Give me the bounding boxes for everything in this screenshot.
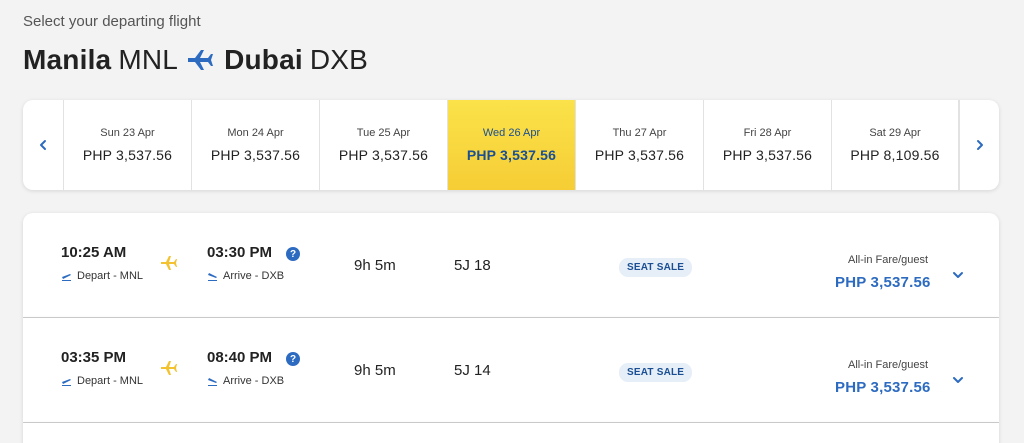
landing-icon [208, 273, 217, 281]
origin-code: MNL [118, 44, 179, 75]
takeoff-icon [62, 379, 71, 386]
date-option-selected[interactable]: Wed 26 Apr PHP 3,537.56 [447, 100, 575, 190]
arrive-label-text: Arrive - DXB [223, 375, 285, 387]
chevron-left-icon [40, 140, 46, 150]
help-icon[interactable]: ? [286, 247, 300, 261]
airplane-icon [160, 254, 178, 277]
depart-time: 03:35 PM [61, 349, 127, 366]
flight-card[interactable]: 10:25 AM Depart - MNL 03:30 PM ? Arrive … [23, 213, 999, 318]
help-icon[interactable]: ? [286, 352, 300, 366]
route-title: Manila MNL Dubai DXB [23, 44, 368, 76]
depart-label-text: Depart - MNL [77, 270, 144, 282]
arrive-time: 08:40 PM [207, 349, 273, 366]
airplane-icon [186, 48, 214, 72]
date-price: PHP 3,537.56 [210, 147, 301, 163]
fare-price: PHP 3,537.56 [835, 274, 931, 291]
date-option[interactable]: Sun 23 Apr PHP 3,537.56 [63, 100, 191, 190]
date-selector: Sun 23 Apr PHP 3,537.56 Mon 24 Apr PHP 3… [23, 100, 999, 190]
date-option[interactable]: Sat 29 Apr PHP 8,109.56 [831, 100, 959, 190]
date-price: PHP 3,537.56 [466, 147, 557, 163]
date-option[interactable]: Tue 25 Apr PHP 3,537.56 [319, 100, 447, 190]
date-option[interactable]: Mon 24 Apr PHP 3,537.56 [191, 100, 319, 190]
date-day: Sat 29 Apr [869, 127, 921, 139]
depart-label: Depart - MNL [61, 270, 143, 282]
arrive-time: 03:30 PM [207, 244, 273, 261]
flight-card[interactable] [23, 423, 999, 443]
airplane-icon [160, 359, 178, 382]
fare-label: All-in Fare/guest [848, 254, 929, 266]
seat-sale-badge: SEAT SALE [619, 258, 693, 277]
page-subtitle: Select your departing flight [23, 13, 201, 30]
flight-duration: 9h 5m [354, 362, 396, 379]
date-day: Fri 28 Apr [743, 127, 792, 139]
depart-time: 10:25 AM [61, 244, 127, 261]
date-day: Sun 23 Apr [100, 127, 155, 139]
seat-sale-badge: SEAT SALE [619, 363, 693, 382]
prev-dates-button[interactable] [23, 100, 63, 190]
next-dates-button[interactable] [959, 100, 999, 190]
date-day: Thu 27 Apr [612, 127, 667, 139]
date-price: PHP 8,109.56 [850, 147, 940, 163]
expand-flight-button[interactable] [952, 372, 964, 390]
date-option[interactable]: Fri 28 Apr PHP 3,537.56 [703, 100, 831, 190]
fare-price: PHP 3,537.56 [835, 379, 931, 396]
origin-city: Manila [23, 44, 112, 75]
arrive-label-text: Arrive - DXB [223, 270, 285, 282]
landing-icon [208, 378, 217, 386]
flight-card[interactable]: 03:35 PM Depart - MNL 08:40 PM ? Arrive … [23, 318, 999, 423]
chevron-right-icon [976, 140, 983, 150]
date-price: PHP 3,537.56 [338, 147, 429, 163]
flight-duration: 9h 5m [354, 257, 396, 274]
date-day: Wed 26 Apr [482, 127, 541, 139]
fare-label: All-in Fare/guest [848, 359, 929, 371]
chevron-down-icon [953, 272, 963, 278]
date-price: PHP 3,537.56 [594, 147, 685, 163]
arrive-label: Arrive - DXB [207, 270, 284, 282]
takeoff-icon [62, 274, 71, 281]
expand-flight-button[interactable] [952, 267, 964, 285]
depart-label: Depart - MNL [61, 375, 143, 387]
chevron-down-icon [953, 377, 963, 383]
destination-code: DXB [309, 44, 369, 75]
arrive-label: Arrive - DXB [207, 375, 284, 387]
date-day: Tue 25 Apr [356, 127, 411, 139]
destination-city: Dubai [224, 44, 303, 75]
depart-label-text: Depart - MNL [77, 375, 144, 387]
date-option[interactable]: Thu 27 Apr PHP 3,537.56 [575, 100, 703, 190]
date-day: Mon 24 Apr [227, 127, 284, 139]
date-price: PHP 3,537.56 [82, 147, 173, 163]
flight-number: 5J 18 [454, 257, 491, 274]
flight-number: 5J 14 [454, 362, 491, 379]
date-price: PHP 3,537.56 [722, 147, 813, 163]
